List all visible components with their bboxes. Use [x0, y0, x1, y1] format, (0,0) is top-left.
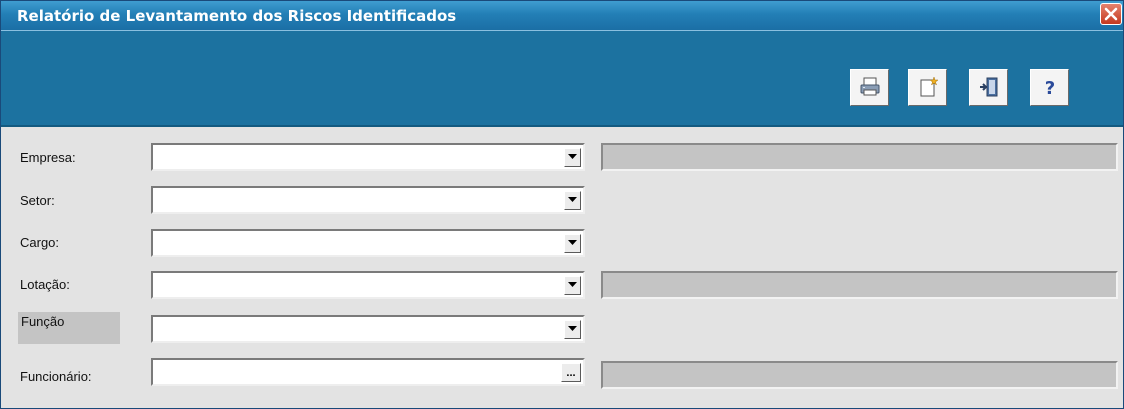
title-bar: Relatório de Levantamento dos Riscos Ide…: [1, 1, 1123, 31]
funcionario-field[interactable]: ...: [151, 358, 585, 386]
funcionario-lookup-button[interactable]: ...: [561, 363, 581, 382]
exit-door-icon: [979, 77, 997, 97]
funcao-label-box: Função: [18, 312, 120, 344]
lotacao-description-field: [601, 271, 1118, 299]
lotacao-dropdown-button[interactable]: [564, 276, 581, 295]
empresa-combo[interactable]: [151, 143, 585, 171]
exit-button[interactable]: [969, 69, 1008, 106]
chevron-down-icon: [568, 282, 577, 287]
window-title: Relatório de Levantamento dos Riscos Ide…: [17, 7, 457, 25]
help-button[interactable]: ?: [1030, 69, 1069, 106]
cargo-dropdown-button[interactable]: [564, 234, 581, 253]
setor-combo[interactable]: [151, 186, 585, 214]
funcionario-description-field: [601, 361, 1118, 389]
empresa-label: Empresa:: [20, 150, 76, 165]
funcionario-label: Funcionário:: [20, 369, 92, 384]
help-glyph: ?: [1044, 78, 1054, 99]
new-report-button[interactable]: [908, 69, 947, 106]
lotacao-label: Lotação:: [20, 277, 70, 292]
new-document-icon: [920, 76, 939, 97]
setor-dropdown-button[interactable]: [564, 191, 581, 210]
close-button[interactable]: [1100, 3, 1122, 25]
empresa-description-field: [601, 143, 1118, 171]
funcao-combo[interactable]: [151, 315, 585, 343]
chevron-down-icon: [568, 197, 577, 202]
cargo-label: Cargo:: [20, 235, 60, 250]
toolbar: ?: [1, 31, 1123, 127]
help-icon: ?: [1044, 78, 1054, 99]
print-button[interactable]: [850, 69, 889, 106]
cargo-combo[interactable]: [151, 229, 585, 257]
lotacao-combo[interactable]: [151, 271, 585, 299]
empresa-dropdown-button[interactable]: [564, 148, 581, 167]
chevron-down-icon: [568, 154, 577, 159]
report-window: Relatório de Levantamento dos Riscos Ide…: [0, 0, 1124, 409]
funcao-label: Função: [21, 314, 65, 329]
chevron-down-icon: [568, 326, 577, 331]
printer-icon: [860, 77, 879, 96]
close-icon: [1104, 7, 1118, 21]
setor-label: Setor:: [20, 193, 55, 208]
funcao-dropdown-button[interactable]: [564, 320, 581, 339]
chevron-down-icon: [568, 240, 577, 245]
